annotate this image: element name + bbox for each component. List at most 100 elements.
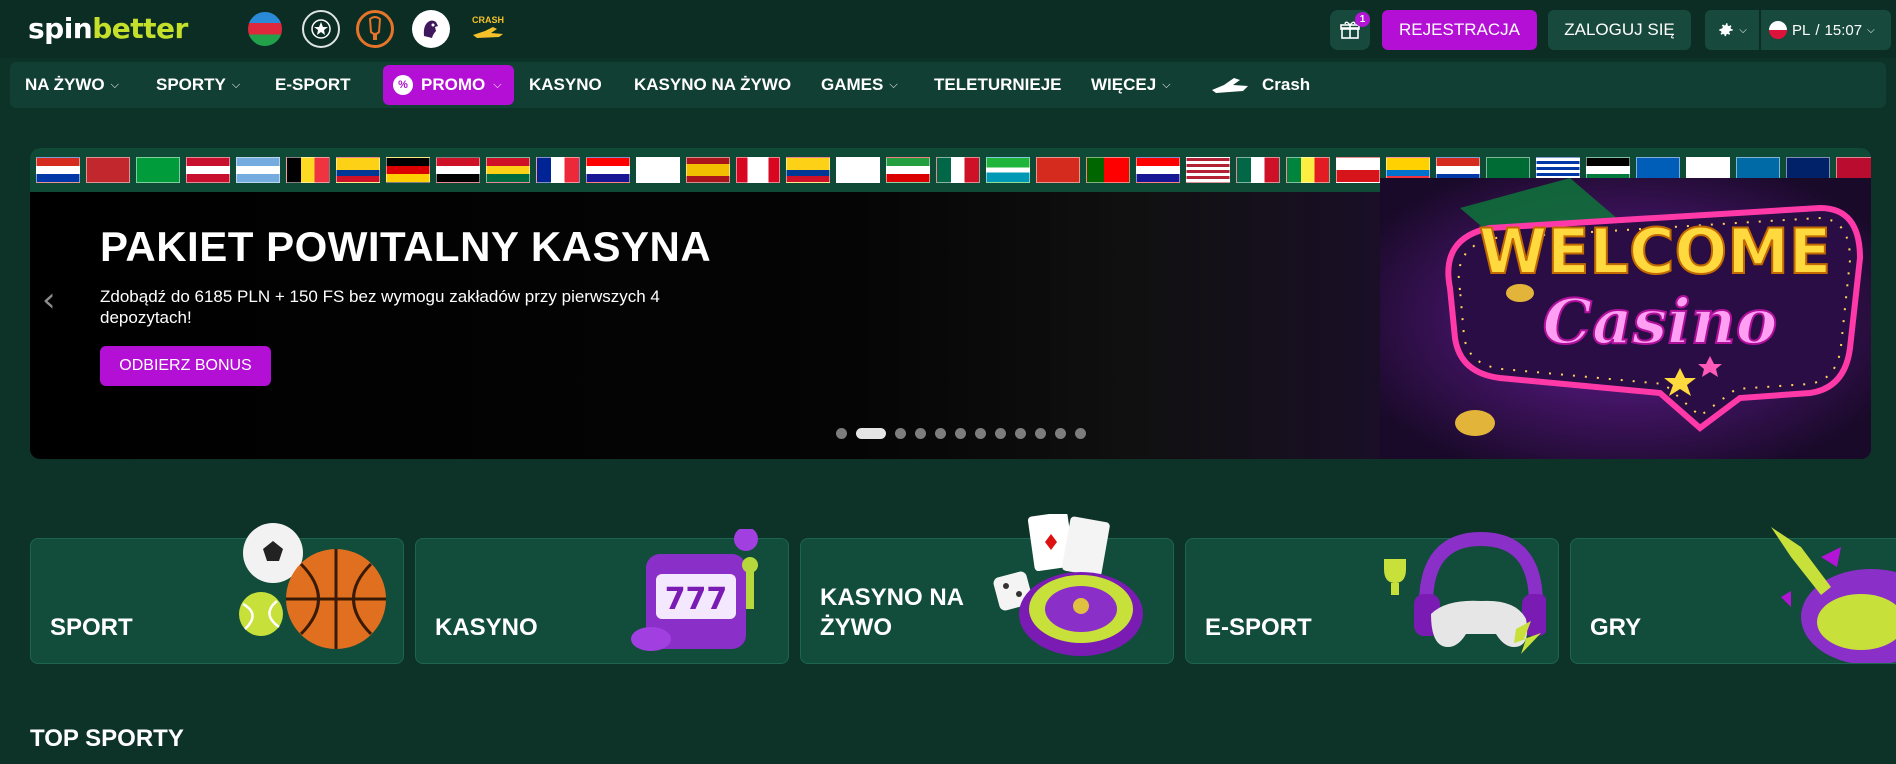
nav-game-shows[interactable]: TELETURNIEJE [934,62,1062,108]
flag-icon [636,157,680,183]
slide-dot[interactable] [935,428,946,439]
category-card-casino[interactable]: 777 KASYNO [415,538,789,664]
svg-text:777: 777 [665,582,728,617]
percent-icon: % [393,75,413,95]
flag-icon [986,157,1030,183]
slide-dot[interactable] [995,428,1006,439]
flag-icon [1086,157,1130,183]
flag-icon [1336,157,1380,183]
register-button[interactable]: REJESTRACJA [1382,10,1537,50]
chevron-down-icon: ⌵ [1162,62,1170,108]
nav-live-casino[interactable]: KASYNO NA ŻYWO [634,62,791,108]
chevron-left-icon[interactable]: ‹ [42,280,56,320]
flag-icon [736,157,780,183]
flag-icon [136,157,180,183]
welcome-casino-sign: WELCOME Casino [1380,178,1871,459]
slide-dot[interactable] [915,428,926,439]
flag-icon [186,157,230,183]
flag-icon [386,157,430,183]
nav-games[interactable]: GAMES⌵ [821,62,898,108]
flag-icon [1286,157,1330,183]
category-card-live-casino[interactable]: KASYNO NA ŻYWO [800,538,1174,664]
welcome-text: WELCOME [1479,215,1832,288]
language-code: PL [1792,22,1810,39]
azerbaijan-flag-icon[interactable] [246,10,284,48]
spinbetter-logo[interactable]: spinbetter [28,12,188,48]
flag-icon [486,157,530,183]
category-card-esport[interactable]: E-SPORT [1185,538,1559,664]
flag-icon [1036,157,1080,183]
flag-icon [286,157,330,183]
premier-league-icon[interactable] [412,10,450,48]
banner-title: PAKIET POWITALNY KASYNA [100,223,711,271]
login-button[interactable]: ZALOGUJ SIĘ [1548,10,1691,50]
sports-balls-icon [231,519,401,654]
chevron-down-icon: ⌵ [232,62,240,108]
nav-crash[interactable]: Crash [1210,62,1310,108]
flag-icon [336,157,380,183]
slide-indicators [836,428,1086,439]
category-label: E-SPORT [1205,613,1312,643]
flag-icon [586,157,630,183]
top-sports-heading: TOP SPORTY [30,725,184,753]
rocket-plane-icon [1761,517,1896,663]
flag-icon [886,157,930,183]
champions-league-icon[interactable] [302,10,340,48]
nav-live[interactable]: NA ŻYWO⌵ [25,62,119,108]
flag-icon [36,157,80,183]
language-time-selector[interactable]: PL / 15:07 ⌵ [1761,10,1891,50]
banner-description: Zdobądź do 6185 PLN + 150 FS bez wymogu … [100,286,690,328]
nav-promo[interactable]: % PROMO⌵ [383,65,514,105]
settings-button[interactable]: ⌵ [1705,10,1759,50]
slide-dot[interactable] [955,428,966,439]
nav-sports[interactable]: SPORTY⌵ [156,62,240,108]
flag-icon [836,157,880,183]
chevron-down-icon: ⌵ [889,62,897,108]
slide-dot[interactable] [975,428,986,439]
casino-text: Casino [1543,285,1777,358]
flag-icon [236,157,280,183]
slide-dot[interactable] [856,428,886,439]
promo-banner[interactable]: PAKIET POWITALNY KASYNA Zdobądź do 6185 … [30,148,1871,459]
slide-dot[interactable] [1055,428,1066,439]
category-label: KASYNO NA ŻYWO [820,583,1000,643]
top-header: spinbetter CRASH 1 REJESTRACJA ZALOGUJ S… [0,0,1896,58]
category-label: KASYNO [435,613,538,643]
nav-more[interactable]: WIĘCEJ⌵ [1091,62,1171,108]
slide-dot[interactable] [836,428,847,439]
flag-icon [1186,157,1230,183]
slide-dot[interactable] [895,428,906,439]
category-card-sport[interactable]: SPORT [30,538,404,664]
claim-bonus-button[interactable]: ODBIERZ BONUS [100,346,271,386]
headset-controller-icon [1376,529,1546,659]
flag-icon [786,157,830,183]
flag-icon [1236,157,1280,183]
chevron-down-icon: ⌵ [493,79,501,92]
chevron-down-icon: ⌵ [111,62,119,108]
clock-time: 15:07 [1825,22,1863,39]
nav-casino[interactable]: KASYNO [529,62,602,108]
gift-count-badge: 1 [1355,12,1370,27]
nav-esport[interactable]: E-SPORT [275,62,351,108]
flag-icon [536,157,580,183]
flag-icon [86,157,130,183]
flag-icon [1136,157,1180,183]
category-card-games[interactable]: GRY [1570,538,1896,664]
roulette-icon [991,514,1151,664]
gear-icon [1717,21,1735,39]
time-separator: / [1815,22,1819,39]
poland-flag-icon [1769,21,1787,39]
chevron-down-icon: ⌵ [1739,25,1747,36]
category-label: GRY [1590,613,1641,643]
slide-dot[interactable] [1035,428,1046,439]
main-nav: NA ŻYWO⌵ SPORTY⌵ E-SPORT % PROMO⌵ KASYNO… [10,62,1886,108]
flag-icon [936,157,980,183]
flag-icon [686,157,730,183]
slide-dot[interactable] [1015,428,1026,439]
slot-machine-icon: 777 [616,529,776,659]
europa-league-icon[interactable] [356,10,394,48]
slide-dot[interactable] [1075,428,1086,439]
category-label: SPORT [50,613,133,643]
crash-plane-icon [1210,74,1250,96]
crash-game-icon[interactable]: CRASH [468,10,508,44]
